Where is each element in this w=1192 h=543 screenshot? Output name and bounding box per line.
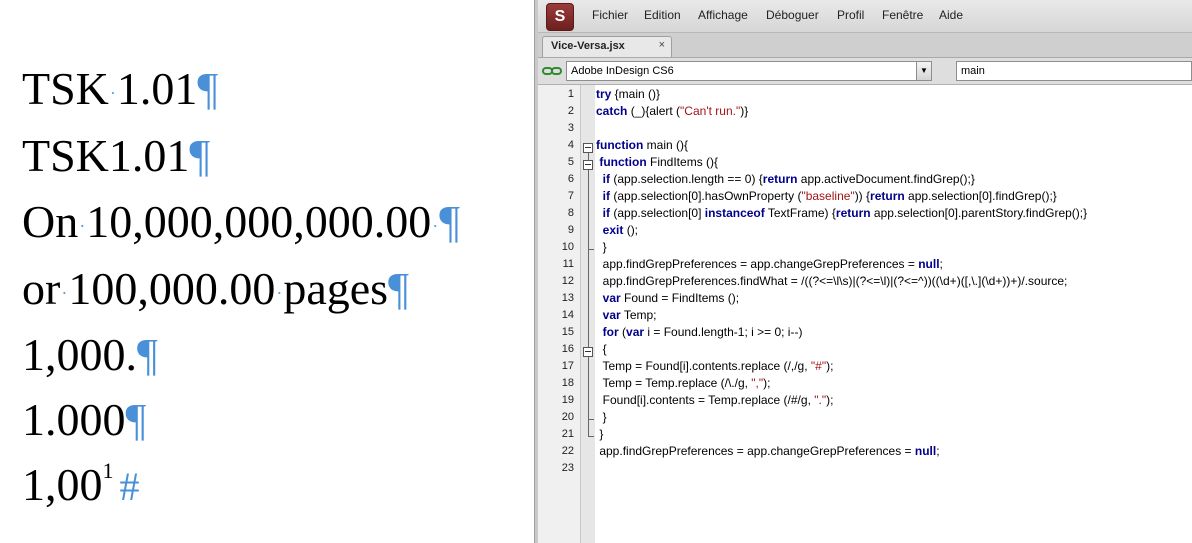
link-icon[interactable] xyxy=(542,64,562,78)
menu-fenetre[interactable]: Fenêtre xyxy=(882,8,923,22)
pilcrow-marker: ¶ xyxy=(388,263,409,314)
code-line: var Found = FindItems (); xyxy=(602,291,740,305)
target-application-select[interactable]: Adobe InDesign CS6 ▼ xyxy=(566,61,932,81)
menu-deboguer[interactable]: Déboguer xyxy=(766,8,819,22)
document-tab-strip: Vice-Versa.jsx × xyxy=(538,33,1192,58)
extendscript-toolkit-window: S Fichier Edition Affichage Déboguer Pro… xyxy=(538,0,1192,543)
space-marker: · xyxy=(61,283,68,304)
code-line: var Temp; xyxy=(602,308,657,322)
code-line: function main (){ xyxy=(596,138,689,152)
fold-toggle-icon[interactable] xyxy=(583,143,593,153)
doc-line-5-word-1: 1,000. xyxy=(22,329,137,380)
menu-bar: S Fichier Edition Affichage Déboguer Pro… xyxy=(538,0,1192,33)
doc-line-4-word-1: or xyxy=(22,263,61,314)
fold-toggle-icon[interactable] xyxy=(583,347,593,357)
code-line: Found[i].contents = Temp.replace (/#/g, … xyxy=(596,393,834,407)
pilcrow-marker: ¶ xyxy=(189,130,211,181)
space-marker: · xyxy=(79,216,86,237)
doc-line-2-word-1: TSK1.01 xyxy=(22,130,190,181)
space-marker: · xyxy=(276,283,283,304)
doc-line-1-word-1: TSK xyxy=(22,63,109,114)
doc-line-2: TSK1.01¶ xyxy=(22,133,210,179)
code-editor[interactable]: 1 2 3 4 5 6 7 8 9 10 11 12 13 14 15 16 17 18 19 20 21 22 23 tr… xyxy=(538,85,1192,543)
doc-line-1: TSK·1.01¶ xyxy=(22,66,218,112)
doc-line-1-word-2: 1.01 xyxy=(116,63,198,114)
function-select-value: main xyxy=(961,65,985,77)
tab-label: Vice-Versa.jsx xyxy=(551,40,625,52)
tab-close-icon[interactable]: × xyxy=(659,39,665,51)
pilcrow-marker: ¶ xyxy=(125,394,147,445)
menu-affichage[interactable]: Affichage xyxy=(698,8,748,22)
doc-line-3: On·10,000,000,000.00·¶ xyxy=(22,199,460,245)
tab-vice-versa[interactable]: Vice-Versa.jsx × xyxy=(542,36,672,57)
doc-line-6-word-1: 1.000 xyxy=(22,394,126,445)
pilcrow-marker: ¶ xyxy=(197,63,219,114)
code-line: try {main ()} xyxy=(596,87,661,101)
target-application-value: Adobe InDesign CS6 xyxy=(571,65,674,77)
doc-line-4: or·100,000.00·pages¶ xyxy=(22,266,409,312)
code-line: catch (_){alert ("Can't run.")} xyxy=(596,104,749,118)
function-select[interactable]: main xyxy=(956,61,1192,81)
doc-line-3-word-2: 10,000,000,000.00 xyxy=(86,196,432,247)
code-area[interactable]: try {main ()} catch (_){alert ("Can't run… xyxy=(538,85,1192,543)
doc-line-6: 1.000¶ xyxy=(22,397,146,443)
code-line: function FindItems (){ xyxy=(599,155,719,169)
code-line: app.findGrepPreferences = app.changeGrep… xyxy=(596,257,943,271)
code-line: app.findGrepPreferences.findWhat = /((?<… xyxy=(596,274,1068,288)
code-line: if (app.selection[0].hasOwnProperty ("ba… xyxy=(602,189,1057,203)
menu-fichier[interactable]: Fichier xyxy=(592,8,628,22)
code-line: for (var i = Found.length-1; i >= 0; i--… xyxy=(602,325,803,339)
estk-logo-icon: S xyxy=(546,3,574,31)
code-line: } xyxy=(596,410,607,424)
doc-line-4-word-3: pages xyxy=(283,263,389,314)
doc-line-7: 1,001 # xyxy=(22,460,140,508)
space-marker: · xyxy=(432,216,439,237)
code-line: } xyxy=(596,427,604,441)
pilcrow-marker: ¶ xyxy=(137,329,158,380)
fold-toggle-icon[interactable] xyxy=(583,160,593,170)
code-line: app.findGrepPreferences = app.changeGrep… xyxy=(596,444,940,458)
target-toolbar: Adobe InDesign CS6 ▼ main xyxy=(538,58,1192,85)
code-line: if (app.selection.length == 0) {return a… xyxy=(602,172,975,186)
code-line: } xyxy=(596,240,607,254)
superscript-digit: 1 xyxy=(102,458,114,483)
chevron-down-icon[interactable]: ▼ xyxy=(916,62,931,80)
doc-line-4-word-2: 100,000.00 xyxy=(68,263,276,314)
code-line: { xyxy=(596,342,607,356)
document-text-frame[interactable]: TSK·1.01¶ TSK1.01¶ On·10,000,000,000.00·… xyxy=(0,0,534,543)
fold-guide xyxy=(588,357,589,419)
fold-end-marker xyxy=(588,436,594,437)
fold-guide xyxy=(588,170,589,249)
doc-line-3-word-1: On xyxy=(22,196,79,247)
code-line: exit (); xyxy=(602,223,639,237)
doc-line-7-word-1: 1,00 xyxy=(22,459,103,510)
end-of-story-marker: # xyxy=(119,464,140,509)
doc-line-5: 1,000.¶ xyxy=(22,332,158,378)
code-line: Temp = Temp.replace (/\./g, ","); xyxy=(596,376,771,390)
menu-aide[interactable]: Aide xyxy=(939,8,963,22)
code-line: if (app.selection[0] instanceof TextFram… xyxy=(602,206,1088,220)
menu-edition[interactable]: Edition xyxy=(644,8,681,22)
menu-profil[interactable]: Profil xyxy=(837,8,864,22)
code-line: Temp = Found[i].contents.replace (/,/g, … xyxy=(596,359,834,373)
fold-end-marker xyxy=(588,419,594,420)
space-marker: · xyxy=(109,83,116,104)
pilcrow-marker: ¶ xyxy=(439,196,461,247)
fold-end-marker xyxy=(588,249,594,250)
